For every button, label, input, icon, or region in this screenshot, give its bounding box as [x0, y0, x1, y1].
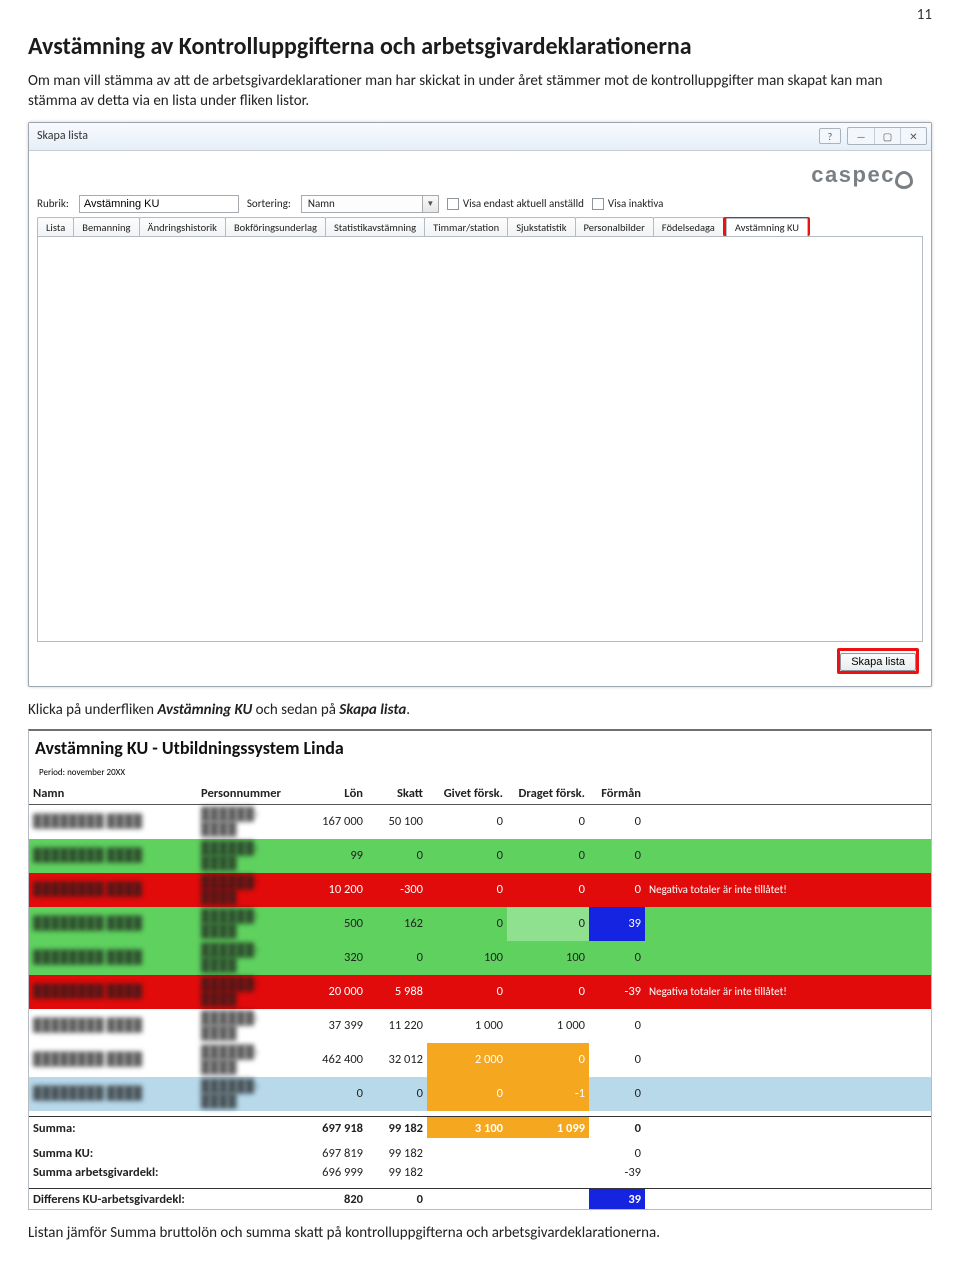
row-summa-agd: Summa arbetsgivardekl: 696 999 99 182 -3…	[29, 1163, 931, 1182]
doc-intro: Om man vill stämma av att de arbetsgivar…	[28, 71, 932, 112]
checkbox-icon[interactable]	[447, 198, 459, 210]
tab-bemanning[interactable]: Bemanning	[73, 217, 139, 236]
report-table: Namn Personnummer Lön Skatt Givet försk.…	[29, 782, 931, 1209]
checkbox-icon[interactable]	[592, 198, 604, 210]
table-row: ████████ ██████████-████20 0005 98800-39…	[29, 975, 931, 1009]
table-row: ████████ ██████████-████32001001000	[29, 941, 931, 975]
sortering-value: Namn	[302, 196, 422, 211]
report-period: Period: november 20XX	[35, 765, 129, 780]
minimize-button[interactable]: —	[848, 128, 874, 144]
col-lon: Lön	[297, 782, 367, 805]
table-row: ████████ ██████████-████462 40032 0122 0…	[29, 1043, 931, 1077]
button-highlight: Skapa lista	[837, 648, 919, 674]
table-row: ████████ ██████████-████37 39911 2201 00…	[29, 1009, 931, 1043]
sortering-label: Sortering:	[247, 197, 291, 210]
row-summa: Summa: 697 918 99 182 3 100 1 099 0	[29, 1117, 931, 1139]
tab-statistikavstamning[interactable]: Statistikavstämning	[325, 217, 425, 236]
doc-heading: Avstämning av Kontrolluppgifterna och ar…	[28, 32, 932, 61]
tab-highlight: Avstämning KU	[723, 217, 810, 236]
page-number: 11	[28, 6, 932, 24]
tab-sjukstatistik[interactable]: Sjukstatistik	[507, 217, 575, 236]
chk-aktuell[interactable]: Visa endast aktuell anställd	[447, 197, 584, 210]
window-title: Skapa lista	[37, 129, 88, 143]
close-button[interactable]: ✕	[900, 128, 926, 144]
col-draget-forsk: Draget försk.	[507, 782, 589, 805]
tab-strip: Lista Bemanning Ändringshistorik Bokföri…	[37, 217, 923, 237]
sortering-combo[interactable]: Namn ▼	[301, 195, 439, 213]
col-givet-forsk: Givet försk.	[427, 782, 507, 805]
tab-andringshistorik[interactable]: Ändringshistorik	[139, 217, 226, 236]
chk-aktuell-label: Visa endast aktuell anställd	[463, 197, 584, 210]
table-row: ████████ ██████████-████167 00050 100000	[29, 804, 931, 839]
filter-bar: Rubrik: Sortering: Namn ▼ Visa endast ak…	[37, 195, 923, 213]
table-row: ████████ ██████████-████990000	[29, 839, 931, 873]
col-personnummer: Personnummer	[197, 782, 297, 805]
row-differens: Differens KU-arbetsgivardekl: 820 0 39	[29, 1188, 931, 1209]
report-title: Avstämning KU - Utbildningssystem Linda	[29, 731, 931, 761]
tab-personalbilder[interactable]: Personalbilder	[575, 217, 654, 236]
window-titlebar: Skapa lista ? — ▢ ✕	[29, 123, 931, 151]
col-skatt: Skatt	[367, 782, 427, 805]
mid-instruction: Klicka på underfliken Avstämning KU och …	[28, 701, 932, 719]
tab-avstamning-ku[interactable]: Avstämning KU	[726, 218, 808, 236]
table-row: ████████ ██████████-████10 200-300000Neg…	[29, 873, 931, 907]
col-namn: Namn	[29, 782, 197, 805]
tab-bokforingsunderlag[interactable]: Bokföringsunderlag	[225, 217, 326, 236]
tab-content-area	[37, 237, 923, 642]
report-panel: Avstämning KU - Utbildningssystem Linda …	[28, 729, 932, 1210]
help-button[interactable]: ?	[819, 128, 841, 144]
window-controls: ? — ▢ ✕	[819, 127, 927, 145]
tab-timmar-station[interactable]: Timmar/station	[424, 217, 508, 236]
chk-inaktiva[interactable]: Visa inaktiva	[592, 197, 664, 210]
app-window: Skapa lista ? — ▢ ✕ caspec Rubrik: Sorte…	[28, 122, 932, 687]
caspeco-logo: caspec	[811, 161, 913, 187]
final-paragraph: Listan jämför Summa bruttolön och summa …	[28, 1224, 932, 1242]
chevron-down-icon[interactable]: ▼	[422, 196, 438, 212]
rubrik-input[interactable]	[79, 195, 239, 213]
chk-inaktiva-label: Visa inaktiva	[608, 197, 664, 210]
maximize-button[interactable]: ▢	[874, 128, 900, 144]
col-forman: Förmån	[589, 782, 645, 805]
tab-fodelsedagar[interactable]: Födelsedaga	[653, 217, 724, 236]
tab-lista[interactable]: Lista	[37, 217, 74, 236]
rubrik-label: Rubrik:	[37, 197, 69, 210]
table-row: ████████ ██████████-████000-10	[29, 1077, 931, 1111]
skapa-lista-button[interactable]: Skapa lista	[840, 653, 916, 671]
table-row: ████████ ██████████-████5001620039	[29, 907, 931, 941]
row-summa-ku: Summa KU: 697 819 99 182 0	[29, 1138, 931, 1163]
